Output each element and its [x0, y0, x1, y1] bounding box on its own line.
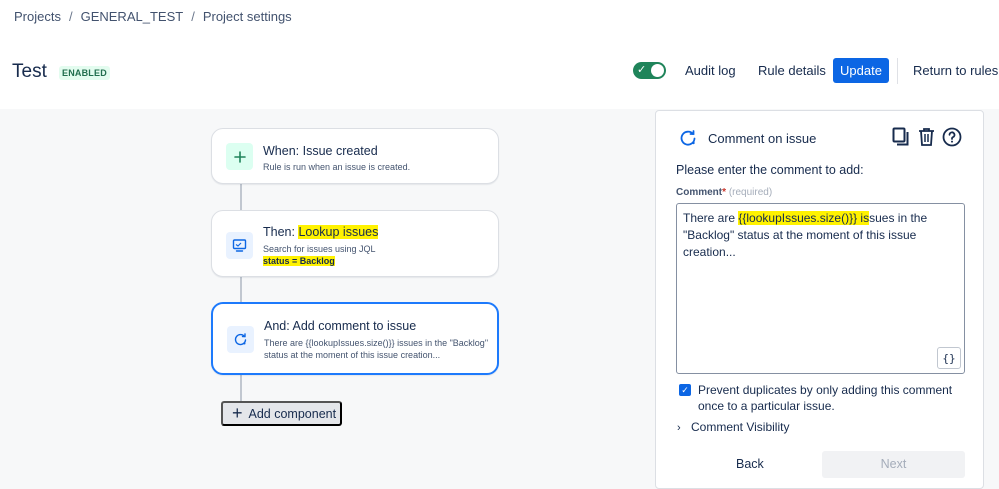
comment-description-line1: There are {{lookupIssues.size()}} issues… — [264, 338, 489, 348]
back-button[interactable]: Back — [736, 457, 764, 471]
trash-icon[interactable] — [918, 127, 935, 152]
audit-log-button[interactable]: Audit log — [685, 59, 736, 83]
flow-connector — [240, 276, 242, 304]
plus-icon — [226, 143, 253, 170]
breadcrumb: Projects / GENERAL_TEST / Project settin… — [14, 9, 292, 24]
comment-visibility-toggle[interactable]: › Comment Visibility — [677, 420, 790, 434]
comment-field-label: Comment* (required) — [676, 187, 772, 198]
breadcrumb-separator: / — [68, 9, 73, 24]
flow-connector — [240, 183, 242, 211]
jql-query: status = Backlog — [263, 256, 335, 266]
header-divider — [897, 58, 898, 84]
lookup-heading: Then: Lookup issues — [263, 225, 379, 239]
smart-values-button[interactable]: {} — [937, 347, 961, 369]
monitor-icon — [226, 232, 253, 259]
prevent-duplicates-checkbox[interactable]: ✓ — [679, 384, 691, 396]
lookup-heading-prefix: Then: — [263, 225, 299, 239]
panel-prompt: Please enter the comment to add: — [676, 163, 864, 177]
lookup-issues-card[interactable]: Then: Lookup issues Search for issues us… — [211, 210, 499, 277]
required-mark: * — [722, 187, 727, 198]
add-comment-card[interactable]: And: Add comment to issue There are {{lo… — [211, 302, 499, 375]
chevron-right-icon: › — [677, 422, 681, 434]
component-config-panel: Comment on issue Please enter the commen… — [655, 110, 984, 489]
comment-heading: And: Add comment to issue — [264, 319, 417, 333]
trigger-description: Rule is run when an issue is created. — [263, 162, 411, 172]
duplicate-icon[interactable] — [892, 127, 910, 152]
trigger-heading: When: Issue created — [263, 144, 378, 158]
plus-icon: + — [232, 402, 243, 423]
comment-textarea[interactable]: There are {{lookupIssues.size()}} issues… — [676, 203, 965, 374]
breadcrumb-project-settings[interactable]: Project settings — [203, 9, 292, 24]
help-icon[interactable] — [942, 127, 962, 152]
breadcrumb-separator: / — [191, 9, 195, 24]
lookup-heading-highlight: Lookup issues — [298, 225, 379, 239]
update-button[interactable]: Update — [833, 58, 889, 83]
trigger-card[interactable]: When: Issue created Rule is run when an … — [211, 128, 499, 184]
comment-smart-value: {{lookupIssues.size()}} is — [738, 211, 870, 225]
next-button[interactable]: Next — [822, 451, 965, 478]
add-component-button[interactable]: + Add component — [221, 401, 342, 426]
breadcrumb-project[interactable]: GENERAL_TEST — [81, 9, 184, 24]
check-icon: ✓ — [637, 64, 647, 76]
return-to-rules-button[interactable]: Return to rules — [913, 59, 998, 83]
comment-visibility-label: Comment Visibility — [691, 420, 790, 434]
required-hint: (required) — [728, 187, 773, 198]
add-component-label: Add component — [248, 406, 337, 421]
rule-title: Test — [12, 61, 47, 82]
rule-details-button[interactable]: Rule details — [758, 59, 826, 83]
field-label-text: Comment — [676, 187, 723, 198]
breadcrumb-projects[interactable]: Projects — [14, 9, 61, 24]
lookup-jql: status = Backlog — [263, 255, 335, 267]
panel-title: Comment on issue — [708, 131, 817, 146]
flow-connector — [240, 374, 242, 402]
toggle-knob — [651, 64, 664, 77]
comment-description-line2: status at the moment of this issue creat… — [264, 350, 441, 360]
prevent-duplicates-label[interactable]: Prevent duplicates by only adding this c… — [698, 382, 968, 414]
comment-refresh-icon — [678, 128, 698, 153]
comment-text-start: There are — [683, 211, 739, 225]
rule-enabled-toggle[interactable]: ✓ — [633, 62, 666, 79]
lookup-description: Search for issues using JQL — [263, 244, 376, 254]
status-badge: ENABLED — [59, 66, 110, 80]
comment-refresh-icon — [227, 326, 254, 353]
